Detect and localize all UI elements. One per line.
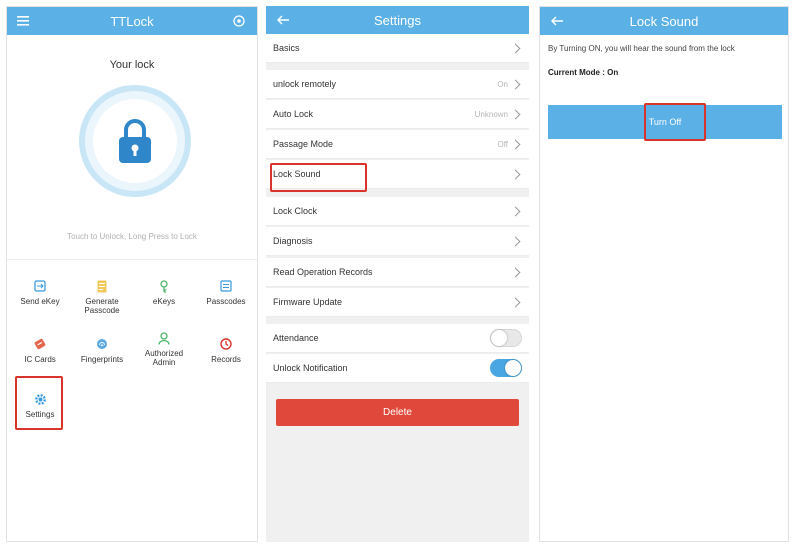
unlock-notification-toggle[interactable] xyxy=(490,359,522,377)
feature-label: Fingerprints xyxy=(80,355,124,364)
feature-passcodes[interactable]: Passcodes xyxy=(195,279,257,306)
delete-button[interactable]: Delete xyxy=(276,399,519,426)
unlock-hint: Touch to Unlock, Long Press to Lock xyxy=(67,232,197,241)
lock-button[interactable] xyxy=(79,85,191,197)
lock-sound-description: By Turning ON, you will hear the sound f… xyxy=(548,44,735,53)
chevron-right-icon xyxy=(510,267,521,277)
ekeys-icon xyxy=(157,279,171,293)
row-label: Lock Clock xyxy=(273,206,318,216)
clock-icon xyxy=(219,337,233,351)
settings-row-lock-clock[interactable]: Lock Clock xyxy=(266,197,529,226)
row-value: Unknown xyxy=(474,109,508,119)
chevron-right-icon xyxy=(510,236,521,246)
settings-row-passage-mode[interactable]: Passage Mode Off xyxy=(266,130,529,159)
settings-row-unlock-notification: Unlock Notification xyxy=(266,354,529,383)
settings-row-auto-lock[interactable]: Auto Lock Unknown xyxy=(266,100,529,129)
admin-user-icon xyxy=(157,331,171,345)
feature-label: IC Cards xyxy=(24,355,56,364)
row-label: Unlock Notification xyxy=(273,363,348,373)
padlock-icon xyxy=(119,119,151,163)
back-arrow-icon[interactable] xyxy=(550,7,564,35)
settings-row-basics[interactable]: Basics xyxy=(266,34,529,63)
settings-row-read-operation-records[interactable]: Read Operation Records xyxy=(266,258,529,287)
settings-row-attendance: Attendance xyxy=(266,324,529,353)
settings-header: Settings xyxy=(266,6,529,34)
feature-label: Generate Passcode xyxy=(84,297,120,315)
row-label: Attendance xyxy=(273,333,319,343)
chevron-right-icon xyxy=(510,169,521,179)
settings-screen: Settings Basics unlock remotely On Auto … xyxy=(266,6,529,542)
generate-passcode-icon xyxy=(95,279,109,293)
send-ekey-icon xyxy=(33,279,47,293)
feature-send-ekey[interactable]: Send eKey xyxy=(9,279,71,306)
feature-ic-cards[interactable]: IC Cards xyxy=(9,337,71,364)
chevron-right-icon xyxy=(510,139,521,149)
row-value: Off xyxy=(497,139,508,149)
feature-label: Passcodes xyxy=(206,297,246,306)
row-label: Diagnosis xyxy=(273,236,313,246)
row-label: Passage Mode xyxy=(273,139,334,149)
ic-cards-icon xyxy=(33,337,47,351)
settings-row-firmware-update[interactable]: Firmware Update xyxy=(266,288,529,317)
feature-label: eKeys xyxy=(152,297,176,306)
feature-label: Authorized Admin xyxy=(144,349,184,367)
feature-records[interactable]: Records xyxy=(195,337,257,364)
feature-authorized-admin[interactable]: Authorized Admin xyxy=(133,331,195,367)
home-title: TTLock xyxy=(110,13,154,29)
chevron-right-icon xyxy=(510,297,521,307)
menu-icon[interactable] xyxy=(17,7,29,35)
chevron-right-icon xyxy=(510,43,521,53)
passcodes-icon xyxy=(219,279,233,293)
feature-label: Send eKey xyxy=(20,297,60,306)
attendance-toggle[interactable] xyxy=(490,329,522,347)
row-label: Basics xyxy=(273,43,300,53)
scan-icon[interactable] xyxy=(233,7,245,35)
row-label: Read Operation Records xyxy=(273,267,373,277)
divider xyxy=(7,259,257,260)
highlight-box xyxy=(270,163,367,192)
fingerprint-icon xyxy=(95,337,109,351)
feature-label: Records xyxy=(211,355,241,364)
current-mode-label: Current Mode : On xyxy=(548,68,619,77)
highlight-box xyxy=(15,376,63,430)
feature-fingerprints[interactable]: Fingerprints xyxy=(71,337,133,364)
row-label: Firmware Update xyxy=(273,297,343,307)
your-lock-label: Your lock xyxy=(109,59,155,71)
settings-row-diagnosis[interactable]: Diagnosis xyxy=(266,227,529,256)
feature-generate-passcode[interactable]: Generate Passcode xyxy=(71,279,133,315)
lock-sound-title: Lock Sound xyxy=(629,13,699,29)
chevron-right-icon xyxy=(510,206,521,216)
chevron-right-icon xyxy=(510,79,521,89)
settings-row-unlock-remotely[interactable]: unlock remotely On xyxy=(266,70,529,99)
home-header: TTLock xyxy=(7,7,257,35)
lock-sound-header: Lock Sound xyxy=(540,7,788,35)
settings-title: Settings xyxy=(374,12,421,28)
row-label: unlock remotely xyxy=(273,79,337,89)
back-arrow-icon[interactable] xyxy=(276,6,290,34)
row-value: On xyxy=(497,79,508,89)
row-label: Auto Lock xyxy=(273,109,314,119)
chevron-right-icon xyxy=(510,109,521,119)
lock-sound-screen: Lock Sound By Turning ON, you will hear … xyxy=(539,6,789,542)
highlight-box xyxy=(644,103,706,141)
home-screen: TTLock Your lock Touch to Unlock, Long P… xyxy=(6,6,258,542)
feature-ekeys[interactable]: eKeys xyxy=(133,279,195,306)
